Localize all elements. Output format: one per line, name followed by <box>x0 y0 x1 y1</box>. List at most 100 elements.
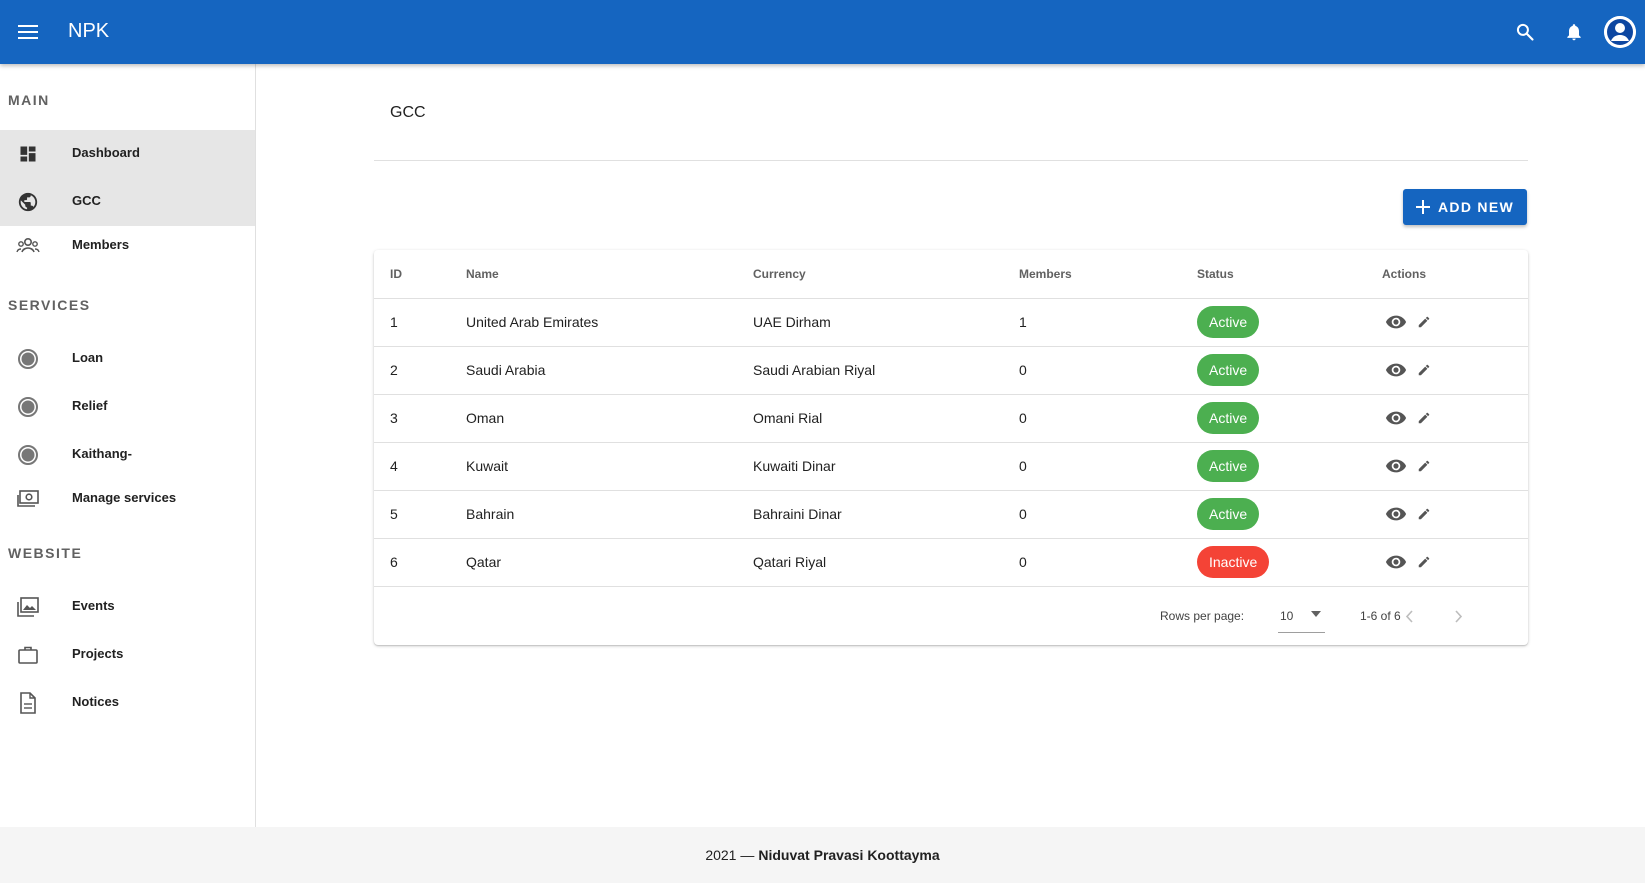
column-header-id[interactable]: ID <box>374 250 466 299</box>
search-icon[interactable] <box>1511 18 1539 46</box>
sidebar-item-loan[interactable]: Loan <box>0 335 255 383</box>
cell-members: 1 <box>1019 298 1197 347</box>
cell-members: 0 <box>1019 394 1197 443</box>
cell-name: Qatar <box>466 538 753 587</box>
cell-id: 3 <box>374 394 466 443</box>
table-row: 1 United Arab Emirates UAE Dirham 1 Acti… <box>374 298 1528 347</box>
sidebar-item-members[interactable]: Members <box>0 222 255 270</box>
menu-icon[interactable] <box>14 18 42 46</box>
table-row: 6 Qatar Qatari Riyal 0 Inactive <box>374 538 1528 587</box>
edit-pencil-icon[interactable] <box>1410 452 1438 480</box>
sidebar-item-label: Loan <box>72 350 104 365</box>
chevron-left-icon[interactable] <box>1395 603 1423 631</box>
table-header-row: ID Name Currency Members Status Actions <box>374 250 1528 299</box>
sidebar: MAIN Dashboard GCC Members SERVICES Loan… <box>0 64 256 827</box>
section-header-services: SERVICES <box>8 297 91 313</box>
view-eye-icon[interactable] <box>1382 500 1410 528</box>
column-header-members[interactable]: Members <box>1019 250 1197 299</box>
view-eye-icon[interactable] <box>1382 308 1410 336</box>
sidebar-item-kaithang[interactable]: Kaithang- <box>0 431 255 479</box>
sidebar-item-notices[interactable]: Notices <box>0 679 255 727</box>
sidebar-item-label: GCC <box>72 193 101 208</box>
add-new-label: ADD NEW <box>1438 199 1514 215</box>
page-footer: 2021 — Niduvat Pravasi Koottayma <box>0 827 1645 883</box>
people-icon <box>16 234 40 258</box>
cell-currency: Omani Rial <box>753 394 1019 443</box>
app-title: NPK <box>68 20 110 42</box>
edit-pencil-icon[interactable] <box>1410 548 1438 576</box>
cell-id: 6 <box>374 538 466 587</box>
sidebar-item-projects[interactable]: Projects <box>0 631 255 679</box>
cell-members: 0 <box>1019 490 1197 539</box>
table-pagination: Rows per page: 10 1-6 of 6 <box>374 587 1528 645</box>
circle-icon <box>16 347 40 371</box>
footer-org-name: Niduvat Pravasi Koottayma <box>758 847 940 863</box>
cell-status: Active <box>1197 490 1382 539</box>
column-header-actions: Actions <box>1382 250 1528 299</box>
countries-table: ID Name Currency Members Status Actions … <box>374 250 1528 645</box>
cell-currency: Bahraini Dinar <box>753 490 1019 539</box>
sidebar-item-label: Manage services <box>72 490 177 505</box>
circle-icon <box>16 395 40 419</box>
edit-pencil-icon[interactable] <box>1410 500 1438 528</box>
page-title: GCC <box>390 104 426 121</box>
column-header-status[interactable]: Status <box>1197 250 1382 299</box>
circle-icon <box>16 443 40 467</box>
cell-status: Active <box>1197 442 1382 491</box>
notifications-bell-icon[interactable] <box>1560 18 1588 46</box>
sidebar-item-label: Kaithang- <box>72 446 132 461</box>
cell-status: Active <box>1197 346 1382 395</box>
cell-id: 1 <box>374 298 466 347</box>
footer-year: 2021 — <box>705 847 755 863</box>
sidebar-item-label: Projects <box>72 646 124 661</box>
cell-currency: Kuwaiti Dinar <box>753 442 1019 491</box>
dashboard-icon <box>16 142 40 166</box>
table-row: 2 Saudi Arabia Saudi Arabian Riyal 0 Act… <box>374 346 1528 395</box>
table-row: 5 Bahrain Bahraini Dinar 0 Active <box>374 490 1528 539</box>
sidebar-item-label: Notices <box>72 694 119 709</box>
plus-icon <box>1416 200 1430 214</box>
sidebar-item-relief[interactable]: Relief <box>0 383 255 431</box>
photo-library-icon <box>16 595 40 619</box>
sidebar-item-dashboard[interactable]: Dashboard <box>0 130 255 178</box>
status-badge: Active <box>1197 306 1260 338</box>
cell-actions <box>1382 490 1528 539</box>
sidebar-item-gcc[interactable]: GCC <box>0 178 255 226</box>
cell-currency: Qatari Riyal <box>753 538 1019 587</box>
cell-status: Inactive <box>1197 538 1382 587</box>
cell-name: Oman <box>466 394 753 443</box>
account-avatar-icon[interactable] <box>1604 16 1636 48</box>
cell-name: Bahrain <box>466 490 753 539</box>
cell-name: United Arab Emirates <box>466 298 753 347</box>
column-header-currency[interactable]: Currency <box>753 250 1019 299</box>
rows-per-page-select[interactable]: 10 <box>1278 601 1325 633</box>
cell-currency: UAE Dirham <box>753 298 1019 347</box>
edit-pencil-icon[interactable] <box>1410 404 1438 432</box>
view-eye-icon[interactable] <box>1382 452 1410 480</box>
cell-id: 4 <box>374 442 466 491</box>
briefcase-icon <box>16 643 40 667</box>
cell-currency: Saudi Arabian Riyal <box>753 346 1019 395</box>
sidebar-item-label: Relief <box>72 398 108 413</box>
cell-id: 2 <box>374 346 466 395</box>
cell-members: 0 <box>1019 538 1197 587</box>
sidebar-item-events[interactable]: Events <box>0 583 255 631</box>
add-new-button[interactable]: ADD NEW <box>1403 189 1527 225</box>
edit-pencil-icon[interactable] <box>1410 308 1438 336</box>
view-eye-icon[interactable] <box>1382 548 1410 576</box>
view-eye-icon[interactable] <box>1382 404 1410 432</box>
table-row: 3 Oman Omani Rial 0 Active <box>374 394 1528 443</box>
rows-per-page-label: Rows per page: <box>1160 608 1245 623</box>
status-badge: Active <box>1197 498 1260 530</box>
cell-actions <box>1382 442 1528 491</box>
cell-status: Active <box>1197 298 1382 347</box>
view-eye-icon[interactable] <box>1382 356 1410 384</box>
status-badge: Active <box>1197 402 1260 434</box>
column-header-name[interactable]: Name <box>466 250 753 299</box>
sidebar-item-manage-services[interactable]: Manage services <box>0 475 255 523</box>
chevron-right-icon[interactable] <box>1445 603 1473 631</box>
globe-icon <box>16 190 40 214</box>
money-icon <box>16 487 40 511</box>
edit-pencil-icon[interactable] <box>1410 356 1438 384</box>
status-badge: Active <box>1197 354 1260 386</box>
